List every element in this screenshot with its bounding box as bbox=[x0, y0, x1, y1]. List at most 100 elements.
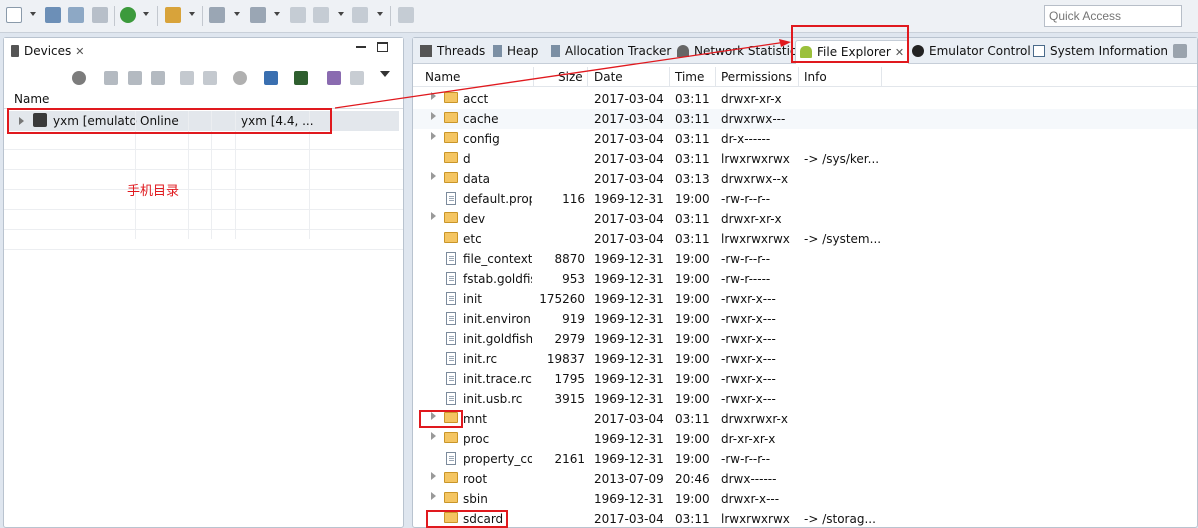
minimize-icon[interactable] bbox=[356, 46, 366, 48]
debug-process-icon[interactable] bbox=[72, 71, 86, 85]
file-icon bbox=[446, 392, 456, 405]
column-time[interactable]: Time bbox=[675, 70, 704, 84]
folder-icon bbox=[444, 472, 458, 483]
expand-arrow-icon[interactable] bbox=[431, 492, 436, 500]
file-size: 19837 bbox=[546, 352, 585, 366]
back-icon[interactable] bbox=[313, 7, 329, 23]
file-permissions: -rw-r----- bbox=[721, 272, 771, 286]
folder-icon bbox=[444, 132, 458, 143]
run-icon[interactable] bbox=[120, 7, 136, 23]
tab-label: Network Statistics bbox=[694, 44, 803, 58]
expand-arrow-icon[interactable] bbox=[431, 432, 436, 440]
tab-threads[interactable]: Threads bbox=[416, 40, 489, 64]
new-icon[interactable] bbox=[6, 7, 22, 23]
tab-emulator-control[interactable]: Emulator Control bbox=[908, 40, 1035, 64]
column-divider bbox=[881, 67, 882, 87]
more-tabs-icon[interactable] bbox=[1173, 44, 1187, 58]
column-name[interactable]: Name bbox=[425, 70, 460, 84]
expand-arrow-icon[interactable] bbox=[431, 92, 436, 100]
tab-heap[interactable]: Heap bbox=[489, 40, 542, 64]
file-row[interactable]: etc 2017-03-04 03:11 lrwxrwxrwx -> /system..… bbox=[413, 229, 1197, 249]
file-row[interactable]: default.prop 116 1969-12-31 19:00 -rw-r--r-- bbox=[413, 189, 1197, 209]
file-row[interactable]: init 175260 1969-12-31 19:00 -rwxr-x--- bbox=[413, 289, 1197, 309]
dump-hprof-icon[interactable] bbox=[128, 71, 142, 85]
file-time: 19:00 bbox=[675, 452, 710, 466]
screen-capture-icon[interactable] bbox=[264, 71, 278, 85]
file-name: init.environ.rc bbox=[463, 312, 532, 326]
file-row[interactable]: data 2017-03-04 03:13 drwxrwx--x bbox=[413, 169, 1197, 189]
file-time: 19:00 bbox=[675, 252, 710, 266]
external-tools-icon[interactable] bbox=[165, 7, 181, 23]
file-row[interactable]: init.usb.rc 3915 1969-12-31 19:00 -rwxr-x--- bbox=[413, 389, 1197, 409]
tab-system-information[interactable]: System Information bbox=[1029, 40, 1172, 64]
file-row[interactable]: acct 2017-03-04 03:11 drwxr-xr-x bbox=[413, 89, 1197, 109]
save-all-icon[interactable] bbox=[68, 7, 84, 23]
file-name: init.usb.rc bbox=[463, 392, 523, 406]
file-permissions: lrwxrwxrwx bbox=[721, 152, 790, 166]
file-row[interactable]: init.goldfish.rc 2979 1969-12-31 19:00 -rwxr… bbox=[413, 329, 1197, 349]
previous-annotation-dropdown-icon[interactable] bbox=[274, 12, 280, 16]
file-row[interactable]: root 2013-07-09 20:46 drwx------ bbox=[413, 469, 1197, 489]
next-annotation-icon[interactable] bbox=[209, 7, 225, 23]
update-threads-icon[interactable] bbox=[180, 71, 194, 85]
file-info: -> /sys/ker... bbox=[804, 152, 880, 166]
grid-line bbox=[4, 189, 403, 190]
file-row[interactable]: init.rc 19837 1969-12-31 19:00 -rwxr-x--- bbox=[413, 349, 1197, 369]
start-method-profiling-icon[interactable] bbox=[203, 71, 217, 85]
pin-editor-icon[interactable] bbox=[398, 7, 414, 23]
emulator-control-icon bbox=[912, 45, 924, 57]
back-dropdown-icon[interactable] bbox=[338, 12, 344, 16]
grid-line bbox=[4, 149, 403, 150]
sdcard-highlight-box bbox=[426, 510, 508, 528]
file-row[interactable]: cache 2017-03-04 03:11 drwxrwx--- bbox=[413, 109, 1197, 129]
forward-dropdown-icon[interactable] bbox=[377, 12, 383, 16]
file-row[interactable]: dev 2017-03-04 03:11 drwxr-xr-x bbox=[413, 209, 1197, 229]
file-row[interactable]: config 2017-03-04 03:11 dr-x------ bbox=[413, 129, 1197, 149]
expand-arrow-icon[interactable] bbox=[431, 132, 436, 140]
previous-annotation-icon[interactable] bbox=[250, 7, 266, 23]
update-heap-icon[interactable] bbox=[104, 71, 118, 85]
column-info[interactable]: Info bbox=[804, 70, 827, 84]
maximize-icon[interactable] bbox=[377, 42, 388, 52]
new-dropdown-arrow-icon[interactable] bbox=[30, 12, 36, 16]
close-icon[interactable]: ✕ bbox=[75, 45, 84, 58]
quick-access-input[interactable] bbox=[1044, 5, 1182, 27]
cause-gc-icon[interactable] bbox=[151, 71, 165, 85]
forward-icon[interactable] bbox=[352, 7, 368, 23]
file-permissions: drwxr-xr-x bbox=[721, 92, 782, 106]
print-icon[interactable] bbox=[92, 7, 108, 23]
file-time: 19:00 bbox=[675, 312, 710, 326]
tab-network-statistics[interactable]: Network Statistics bbox=[673, 40, 807, 64]
expand-arrow-icon[interactable] bbox=[431, 472, 436, 480]
file-row[interactable]: sdcard 2017-03-04 03:11 lrwxrwxrwx -> /stora… bbox=[413, 509, 1197, 528]
column-permissions[interactable]: Permissions bbox=[721, 70, 792, 84]
external-tools-dropdown-icon[interactable] bbox=[189, 12, 195, 16]
expand-arrow-icon[interactable] bbox=[431, 112, 436, 120]
view-menu-icon[interactable] bbox=[380, 71, 390, 77]
file-row[interactable]: init.trace.rc 1795 1969-12-31 19:00 -rwxr-x-… bbox=[413, 369, 1197, 389]
file-row[interactable]: d 2017-03-04 03:11 lrwxrwxrwx -> /sys/ker... bbox=[413, 149, 1197, 169]
expand-arrow-icon[interactable] bbox=[431, 172, 436, 180]
file-row[interactable]: proc 1969-12-31 19:00 dr-xr-xr-x bbox=[413, 429, 1197, 449]
file-permissions: -rwxr-x--- bbox=[721, 392, 776, 406]
start-opengl-trace-icon[interactable] bbox=[350, 71, 364, 85]
file-row[interactable]: sbin 1969-12-31 19:00 drwxr-x--- bbox=[413, 489, 1197, 509]
capture-systrace-icon[interactable] bbox=[327, 71, 341, 85]
file-row[interactable]: init.environ.rc 919 1969-12-31 19:00 -rwxr-x… bbox=[413, 309, 1197, 329]
dump-view-hierarchy-icon[interactable] bbox=[294, 71, 308, 85]
file-date: 2017-03-04 bbox=[594, 92, 664, 106]
next-annotation-dropdown-icon[interactable] bbox=[234, 12, 240, 16]
tab-allocation-tracker[interactable]: Allocation Tracker bbox=[547, 40, 675, 64]
column-size[interactable]: Size bbox=[558, 70, 583, 84]
file-row[interactable]: fstab.goldfish 953 1969-12-31 19:00 -rw-r---… bbox=[413, 269, 1197, 289]
expand-arrow-icon[interactable] bbox=[431, 212, 436, 220]
save-icon[interactable] bbox=[45, 7, 61, 23]
tab-devices[interactable]: Devices ✕ bbox=[7, 40, 89, 64]
last-edit-icon[interactable] bbox=[290, 7, 306, 23]
stop-process-icon[interactable] bbox=[233, 71, 247, 85]
run-dropdown-arrow-icon[interactable] bbox=[143, 12, 149, 16]
file-row[interactable]: file_contexts 8870 1969-12-31 19:00 -rw-r--r… bbox=[413, 249, 1197, 269]
file-row[interactable]: property_contexts 2161 1969-12-31 19:00 -rw-… bbox=[413, 449, 1197, 469]
file-row[interactable]: mnt 2017-03-04 03:11 drwxrwxr-x bbox=[413, 409, 1197, 429]
column-date[interactable]: Date bbox=[594, 70, 623, 84]
